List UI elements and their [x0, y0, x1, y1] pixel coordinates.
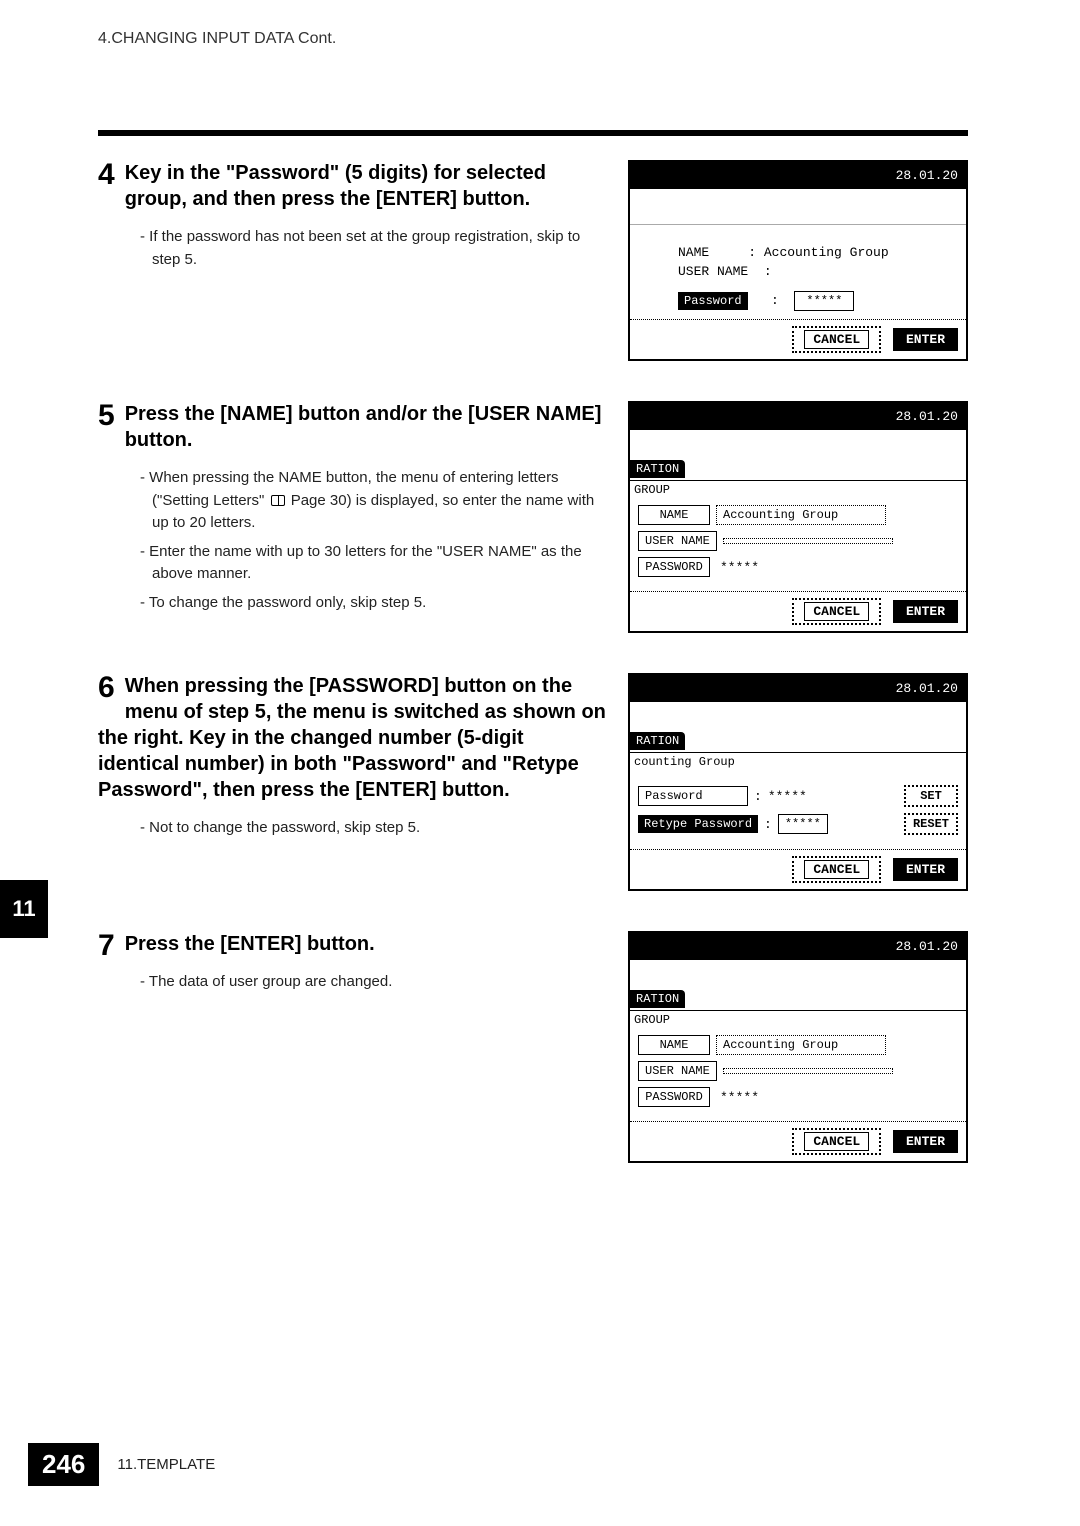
- reset-button[interactable]: RESET: [904, 813, 958, 835]
- username-value: :: [764, 264, 772, 279]
- chapter-tab: 11: [0, 880, 48, 938]
- step-title: When pressing the [PASSWORD] button on t…: [98, 673, 608, 803]
- screen-date: 28.01.20: [630, 933, 966, 960]
- screen-date: 28.01.20: [630, 403, 966, 430]
- bullet: Not to change the password, skip step 5.: [140, 817, 608, 840]
- password-value: *****: [716, 560, 759, 575]
- step-7: 7 Press the [ENTER] button. The data of …: [98, 931, 968, 1163]
- screenshot-step7: 28.01.20 RATION GROUP NAME Accounting Gr…: [628, 931, 968, 1163]
- enter-button[interactable]: ENTER: [893, 600, 958, 623]
- retype-password-field[interactable]: *****: [778, 814, 828, 834]
- step-6: 6 When pressing the [PASSWORD] button on…: [98, 673, 968, 891]
- step-5: 5 Press the [NAME] button and/or the [US…: [98, 401, 968, 633]
- step-4: 4 Key in the "Password" (5 digits) for s…: [98, 160, 968, 361]
- bullet: To change the password only, skip step 5…: [140, 592, 608, 615]
- password-value: *****: [716, 1090, 759, 1105]
- step-title: Key in the "Password" (5 digits) for sel…: [98, 160, 608, 212]
- name-button[interactable]: NAME: [638, 1035, 710, 1055]
- tab-ration: RATION: [630, 990, 685, 1008]
- step-bullets: If the password has not been set at the …: [98, 226, 608, 271]
- step-number: 4: [98, 160, 115, 190]
- bullet: Enter the name with up to 30 letters for…: [140, 541, 608, 586]
- password-label: Password: [638, 786, 748, 806]
- username-label: USER NAME: [678, 264, 748, 279]
- page-header: 4.CHANGING INPUT DATA Cont.: [98, 30, 336, 48]
- subheader: GROUP: [630, 1010, 966, 1033]
- username-input[interactable]: [723, 538, 893, 544]
- page-footer: 246 11.TEMPLATE: [28, 1443, 215, 1486]
- screenshot-step5: 28.01.20 RATION GROUP NAME Accounting Gr…: [628, 401, 968, 633]
- name-button[interactable]: NAME: [638, 505, 710, 525]
- step-number: 6: [98, 673, 115, 703]
- password-value: *****: [768, 789, 807, 804]
- username-button[interactable]: USER NAME: [638, 531, 717, 551]
- step-title: Press the [NAME] button and/or the [USER…: [98, 401, 608, 453]
- set-button[interactable]: SET: [904, 785, 958, 807]
- enter-button[interactable]: ENTER: [893, 328, 958, 351]
- subheader: GROUP: [630, 480, 966, 503]
- name-label: NAME: [678, 245, 709, 260]
- step-title: Press the [ENTER] button.: [98, 931, 608, 957]
- bullet: When pressing the NAME button, the menu …: [140, 467, 608, 535]
- screen-date: 28.01.20: [630, 162, 966, 189]
- password-field[interactable]: *****: [794, 291, 854, 311]
- name-input[interactable]: Accounting Group: [716, 1035, 886, 1055]
- password-button[interactable]: PASSWORD: [638, 557, 710, 577]
- step-bullets: Not to change the password, skip step 5.: [98, 817, 608, 840]
- cancel-button[interactable]: CANCEL: [792, 1128, 881, 1155]
- footer-section: 11.TEMPLATE: [117, 1456, 215, 1473]
- retype-password-label: Retype Password: [638, 815, 758, 833]
- cancel-button[interactable]: CANCEL: [792, 326, 881, 353]
- content-area: 4 Key in the "Password" (5 digits) for s…: [98, 160, 968, 1203]
- screenshot-step4: 28.01.20 NAME : Accounting Group USER NA…: [628, 160, 968, 361]
- tab-ration: RATION: [630, 732, 685, 750]
- book-icon: [271, 495, 285, 506]
- cancel-button[interactable]: CANCEL: [792, 856, 881, 883]
- enter-button[interactable]: ENTER: [893, 858, 958, 881]
- tab-ration: RATION: [630, 460, 685, 478]
- header-divider: [98, 130, 968, 136]
- name-input[interactable]: Accounting Group: [716, 505, 886, 525]
- cancel-button[interactable]: CANCEL: [792, 598, 881, 625]
- bullet: The data of user group are changed.: [140, 971, 608, 994]
- enter-button[interactable]: ENTER: [893, 1130, 958, 1153]
- screenshot-step6: 28.01.20 RATION counting Group Password …: [628, 673, 968, 891]
- step-bullets: The data of user group are changed.: [98, 971, 608, 994]
- step-bullets: When pressing the NAME button, the menu …: [98, 467, 608, 614]
- password-button[interactable]: PASSWORD: [638, 1087, 710, 1107]
- username-input[interactable]: [723, 1068, 893, 1074]
- bullet: If the password has not been set at the …: [140, 226, 608, 271]
- name-value: : Accounting Group: [748, 245, 888, 260]
- username-button[interactable]: USER NAME: [638, 1061, 717, 1081]
- step-number: 5: [98, 401, 115, 431]
- screen-date: 28.01.20: [630, 675, 966, 702]
- subheader: counting Group: [630, 752, 966, 775]
- password-label: Password: [678, 292, 748, 310]
- page-number: 246: [28, 1443, 99, 1486]
- step-number: 7: [98, 931, 115, 961]
